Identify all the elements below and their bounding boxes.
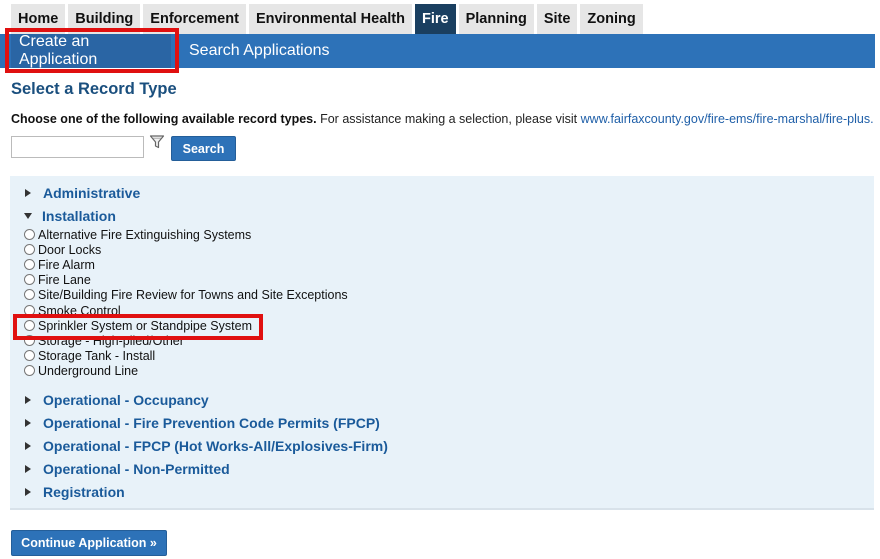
tab-building[interactable]: Building (68, 4, 141, 34)
instructions-text: For assistance making a selection, pleas… (320, 112, 578, 126)
expand-arrow-icon (25, 465, 31, 473)
category-installation[interactable]: Installation (24, 207, 116, 225)
record-type-search-input[interactable] (11, 136, 144, 158)
option-alternative-fire-extinguishing[interactable]: Alternative Fire Extinguishing Systems (24, 227, 251, 242)
expand-arrow-icon (25, 396, 31, 404)
record-type-panel: Administrative Installation Alternative … (10, 176, 874, 510)
radio-button[interactable] (24, 274, 35, 285)
option-label: Alternative Fire Extinguishing Systems (38, 227, 252, 242)
tab-planning[interactable]: Planning (458, 4, 534, 34)
category-label: Operational - FPCP (Hot Works-All/Explos… (43, 438, 388, 454)
option-underground-line[interactable]: Underground Line (24, 363, 138, 378)
continue-application-button[interactable]: Continue Application » (11, 530, 167, 556)
category-label: Operational - Fire Prevention Code Permi… (43, 415, 380, 431)
radio-button[interactable] (24, 305, 35, 316)
collapse-arrow-icon (24, 213, 32, 219)
radio-button[interactable] (24, 335, 35, 346)
expand-arrow-icon (25, 189, 31, 197)
option-sprinkler-standpipe[interactable]: Sprinkler System or Standpipe System (24, 318, 252, 333)
radio-button[interactable] (24, 350, 35, 361)
option-label: Storage - High-piled/Other (38, 333, 184, 348)
page-title: Select a Record Type (11, 80, 177, 98)
option-label: Site/Building Fire Review for Towns and … (38, 287, 348, 302)
expand-arrow-icon (25, 488, 31, 496)
create-application-link[interactable]: Create an Application (11, 33, 171, 68)
radio-button[interactable] (24, 365, 35, 376)
option-label: Fire Lane (38, 272, 91, 287)
option-storage-tank-install[interactable]: Storage Tank - Install (24, 348, 155, 363)
tab-fire[interactable]: Fire (415, 4, 456, 40)
option-label: Sprinkler System or Standpipe System (38, 318, 252, 333)
instructions: Choose one of the following available re… (11, 112, 874, 126)
tab-site[interactable]: Site (536, 4, 578, 34)
option-label: Storage Tank - Install (38, 348, 156, 363)
option-site-building-fire-review[interactable]: Site/Building Fire Review for Towns and … (24, 287, 348, 302)
option-door-locks[interactable]: Door Locks (24, 242, 101, 257)
radio-button[interactable] (24, 259, 35, 270)
category-operational-fpcp[interactable]: Operational - Fire Prevention Code Permi… (24, 414, 380, 432)
option-fire-alarm[interactable]: Fire Alarm (24, 257, 95, 272)
category-label: Registration (43, 484, 125, 500)
tab-environmental-health[interactable]: Environmental Health (248, 4, 412, 34)
category-label: Installation (42, 208, 116, 224)
radio-button[interactable] (24, 289, 35, 300)
option-label: Smoke Control (38, 303, 121, 318)
tab-home[interactable]: Home (11, 4, 66, 34)
category-operational-occupancy[interactable]: Operational - Occupancy (24, 391, 209, 409)
assistance-link[interactable]: www.fairfaxcounty.gov/fire-ems/fire-mars… (581, 112, 874, 126)
option-label: Underground Line (38, 363, 139, 378)
sub-navigation: Create an Application Search Application… (0, 33, 875, 68)
option-storage-high-piled[interactable]: Storage - High-piled/Other (24, 333, 184, 348)
option-smoke-control[interactable]: Smoke Control (24, 303, 121, 318)
category-operational-non-permitted[interactable]: Operational - Non-Permitted (24, 460, 230, 478)
radio-button[interactable] (24, 320, 35, 331)
instructions-bold: Choose one of the following available re… (11, 112, 317, 126)
search-button[interactable]: Search (171, 136, 236, 161)
expand-arrow-icon (25, 442, 31, 450)
filter-icon[interactable] (149, 134, 165, 150)
category-registration[interactable]: Registration (24, 483, 125, 501)
radio-button[interactable] (24, 229, 35, 240)
expand-arrow-icon (25, 419, 31, 427)
category-operational-fpcp-hot-works[interactable]: Operational - FPCP (Hot Works-All/Explos… (24, 437, 388, 455)
tab-enforcement[interactable]: Enforcement (143, 4, 246, 34)
category-administrative[interactable]: Administrative (24, 184, 140, 202)
radio-button[interactable] (24, 244, 35, 255)
option-label: Door Locks (38, 242, 102, 257)
category-label: Operational - Occupancy (43, 392, 209, 408)
option-label: Fire Alarm (38, 257, 95, 272)
tab-zoning[interactable]: Zoning (580, 4, 643, 34)
category-label: Administrative (43, 185, 141, 201)
option-fire-lane[interactable]: Fire Lane (24, 272, 91, 287)
module-tabs: Home Building Enforcement Environmental … (11, 4, 643, 40)
category-label: Operational - Non-Permitted (43, 461, 230, 477)
search-applications-link[interactable]: Search Applications (189, 34, 330, 68)
